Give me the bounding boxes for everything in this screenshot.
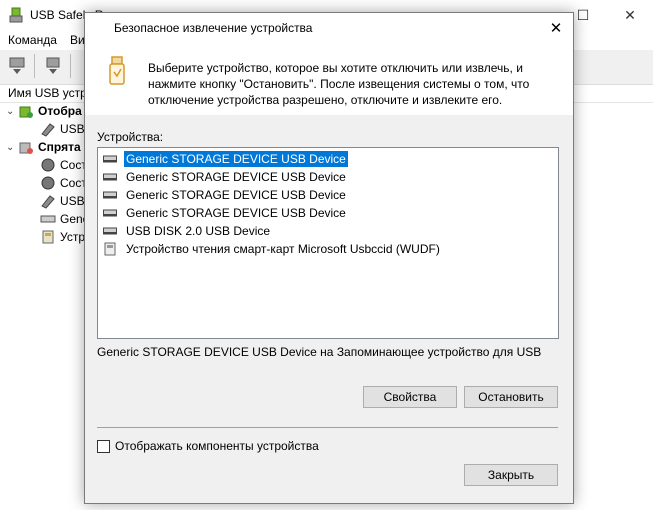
drive-icon xyxy=(102,152,118,166)
dialog-titlebar: Безопасное извлечение устройства ✕ xyxy=(85,13,573,43)
smartcard-reader-icon xyxy=(40,229,56,245)
tree-label: Устр xyxy=(60,230,85,244)
close-icon[interactable]: ✕ xyxy=(607,0,653,30)
usb-app-icon xyxy=(8,7,24,23)
device-item[interactable]: Устройство чтения смарт-карт Microsoft U… xyxy=(102,240,442,258)
hidden-group-icon xyxy=(18,139,34,155)
usb-flash-drive-icon xyxy=(102,55,134,87)
close-button[interactable]: Закрыть xyxy=(464,464,558,486)
tree-label: USB xyxy=(60,194,85,208)
tree-node[interactable]: Сост xyxy=(40,174,87,192)
device-item[interactable]: Generic STORAGE DEVICE USB Device xyxy=(102,150,348,168)
tree-collapse-icon[interactable]: ⌄ xyxy=(6,106,18,117)
device-name: Generic STORAGE DEVICE USB Device xyxy=(124,151,348,167)
description-line: Выберите устройство, которое вы хотите о… xyxy=(148,61,523,75)
device-item[interactable]: Generic STORAGE DEVICE USB Device xyxy=(102,204,348,222)
safely-remove-dialog: Безопасное извлечение устройства ✕ Выбер… xyxy=(84,12,574,504)
device-icon xyxy=(40,175,56,191)
stop-button[interactable]: Остановить xyxy=(464,386,558,408)
device-icon xyxy=(40,157,56,173)
usb-stick-icon xyxy=(40,121,56,137)
eject-device-icon[interactable] xyxy=(40,53,66,79)
tree-node[interactable]: Gene xyxy=(40,210,89,228)
description-line: отключение устройства разрешено, отключи… xyxy=(148,93,503,107)
device-name: Generic STORAGE DEVICE USB Device xyxy=(126,188,346,202)
drive-icon xyxy=(102,206,118,220)
description-line: нажмите кнопку "Остановить". После извещ… xyxy=(148,77,530,91)
show-components-label: Отображать компоненты устройства xyxy=(115,439,319,453)
device-name: Generic STORAGE DEVICE USB Device xyxy=(126,206,346,220)
usb-stick-icon xyxy=(40,193,56,209)
device-name: USB DISK 2.0 USB Device xyxy=(126,224,271,238)
menu-command[interactable]: Команда xyxy=(8,33,57,47)
device-list[interactable]: Generic STORAGE DEVICE USB Device Generi… xyxy=(97,147,559,339)
tree-node-displayed[interactable]: ⌄ Отобра xyxy=(6,102,82,120)
smartcard-reader-icon xyxy=(102,242,118,256)
device-item[interactable]: Generic STORAGE DEVICE USB Device xyxy=(102,186,348,204)
tree-collapse-icon[interactable]: ⌄ xyxy=(6,142,18,153)
tree-node-hidden[interactable]: ⌄ Спрята xyxy=(6,138,81,156)
toolbar-separator xyxy=(34,54,35,78)
device-status-text: Generic STORAGE DEVICE USB Device на Зап… xyxy=(97,345,542,359)
drive-icon xyxy=(102,170,118,184)
tree-label: Отобра xyxy=(38,104,82,118)
toolbar-separator xyxy=(70,54,71,78)
drive-icon xyxy=(102,188,118,202)
tree-label: Сост xyxy=(60,176,87,190)
usb-group-icon xyxy=(18,103,34,119)
tree-node[interactable]: USB xyxy=(40,192,85,210)
tree-node[interactable]: USB xyxy=(40,120,85,138)
dialog-title: Безопасное извлечение устройства xyxy=(114,21,313,35)
menu-view[interactable]: Ви xyxy=(70,33,85,47)
stop-device-icon[interactable] xyxy=(4,53,30,79)
device-name: Устройство чтения смарт-карт Microsoft U… xyxy=(126,242,440,256)
tree-label: USB xyxy=(60,122,85,136)
dialog-description: Выберите устройство, которое вы хотите о… xyxy=(148,60,548,108)
show-components-checkbox[interactable] xyxy=(97,439,110,453)
tree-label: Сост xyxy=(60,158,87,172)
drive-icon xyxy=(40,211,56,227)
dialog-divider xyxy=(97,427,558,428)
show-components-option[interactable]: Отображать компоненты устройства xyxy=(97,439,319,453)
device-item[interactable]: Generic STORAGE DEVICE USB Device xyxy=(102,168,348,186)
tree-label: Спрята xyxy=(38,140,81,154)
tree-node[interactable]: Устр xyxy=(40,228,85,246)
devices-label: Устройства: xyxy=(97,130,164,144)
properties-button[interactable]: Свойства xyxy=(363,386,457,408)
device-name: Generic STORAGE DEVICE USB Device xyxy=(126,170,346,184)
drive-icon xyxy=(102,224,118,238)
tree-node[interactable]: Сост xyxy=(40,156,87,174)
dialog-close-icon[interactable]: ✕ xyxy=(539,13,573,43)
dialog-header: Выберите устройство, которое вы хотите о… xyxy=(85,43,573,115)
device-item[interactable]: USB DISK 2.0 USB Device xyxy=(102,222,272,240)
